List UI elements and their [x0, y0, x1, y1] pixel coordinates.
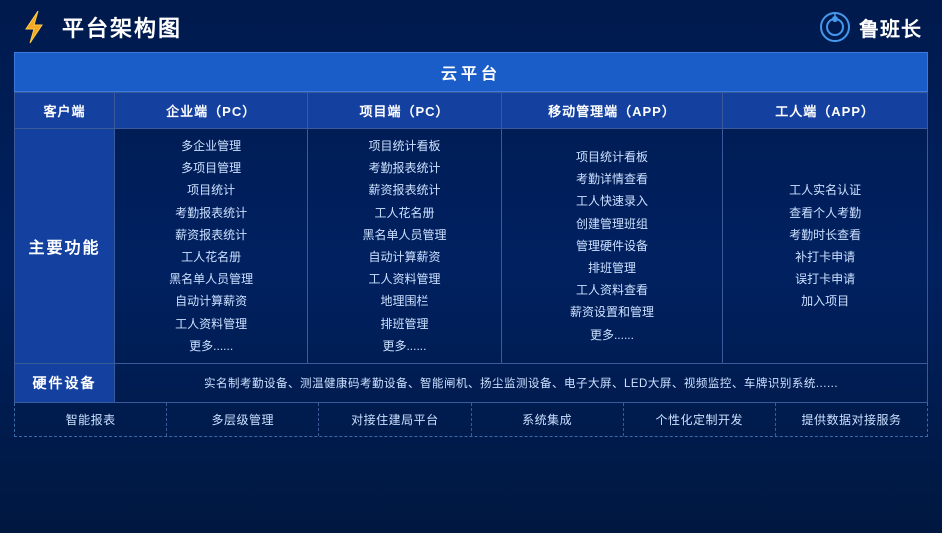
enterprise-features-list: 多企业管理 多项目管理 项目统计 考勤报表统计 薪资报表统计 工人花名册 黑名单…: [123, 135, 299, 357]
list-item: 更多......: [510, 324, 715, 346]
list-item: 薪资设置和管理: [510, 301, 715, 323]
list-item: 自动计算薪资: [123, 290, 299, 312]
list-item: 项目统计看板: [510, 146, 715, 168]
list-item: 工人实名认证: [731, 179, 919, 201]
list-item: 考勤报表统计: [123, 202, 299, 224]
col-project: 项目端（PC）: [308, 93, 501, 129]
enterprise-features: 多企业管理 多项目管理 项目统计 考勤报表统计 薪资报表统计 工人花名册 黑名单…: [115, 129, 308, 364]
bottom-feature-smart-report: 智能报表: [15, 403, 167, 436]
col-client: 客户端: [15, 93, 115, 129]
list-item: 考勤时长查看: [731, 224, 919, 246]
list-item: 创建管理班组: [510, 213, 715, 235]
list-item: 黑名单人员管理: [123, 268, 299, 290]
list-item: 考勤详情查看: [510, 168, 715, 190]
bottom-feature-multi-level: 多层级管理: [167, 403, 319, 436]
column-header-row: 客户端 企业端（PC） 项目端（PC） 移动管理端（APP） 工人端（APP）: [15, 93, 928, 129]
cloud-platform-bar: 云平台: [14, 52, 928, 92]
bottom-feature-custom-dev: 个性化定制开发: [624, 403, 776, 436]
col-enterprise: 企业端（PC）: [115, 93, 308, 129]
list-item: 更多......: [123, 335, 299, 357]
brand-name: 鲁班长: [859, 13, 922, 42]
list-item: 加入项目: [731, 290, 919, 312]
main-function-row: 主要功能 多企业管理 多项目管理 项目统计 考勤报表统计 薪资报表统计 工人花名…: [15, 129, 928, 364]
page-title: 平台架构图: [62, 11, 182, 43]
worker-features: 工人实名认证 查看个人考勤 考勤时长查看 补打卡申请 误打卡申请 加入项目: [723, 129, 928, 364]
list-item: 多企业管理: [123, 135, 299, 157]
hardware-row: 硬件设备 实名制考勤设备、测温健康码考勤设备、智能闸机、扬尘监测设备、电子大屏、…: [15, 363, 928, 402]
bottom-feature-data-service: 提供数据对接服务: [776, 403, 927, 436]
list-item: 薪资报表统计: [316, 179, 492, 201]
list-item: 多项目管理: [123, 157, 299, 179]
list-item: 项目统计看板: [316, 135, 492, 157]
project-features-list: 项目统计看板 考勤报表统计 薪资报表统计 工人花名册 黑名单人员管理 自动计算薪…: [316, 135, 492, 357]
platform-table: 客户端 企业端（PC） 项目端（PC） 移动管理端（APP） 工人端（APP） …: [14, 92, 928, 403]
brand-logo: 鲁班长: [819, 11, 922, 43]
bottom-feature-housing-bureau: 对接住建局平台: [319, 403, 471, 436]
list-item: 考勤报表统计: [316, 157, 492, 179]
list-item: 排班管理: [316, 313, 492, 335]
list-item: 管理硬件设备: [510, 235, 715, 257]
list-item: 薪资报表统计: [123, 224, 299, 246]
list-item: 查看个人考勤: [731, 202, 919, 224]
hardware-label: 硬件设备: [15, 363, 115, 402]
list-item: 工人花名册: [316, 202, 492, 224]
project-features: 项目统计看板 考勤报表统计 薪资报表统计 工人花名册 黑名单人员管理 自动计算薪…: [308, 129, 501, 364]
list-item: 工人快速录入: [510, 190, 715, 212]
list-item: 排班管理: [510, 257, 715, 279]
list-item: 自动计算薪资: [316, 246, 492, 268]
list-item: 工人花名册: [123, 246, 299, 268]
list-item: 工人资料查看: [510, 279, 715, 301]
header: 平台架构图 鲁班长: [0, 0, 942, 52]
main-area: 云平台 客户端 企业端（PC） 项目端（PC） 移动管理端（APP） 工人端（A…: [0, 52, 942, 437]
hardware-content: 实名制考勤设备、测温健康码考勤设备、智能闸机、扬尘监测设备、电子大屏、LED大屏…: [115, 363, 928, 402]
main-function-label: 主要功能: [15, 129, 115, 364]
col-worker: 工人端（APP）: [723, 93, 928, 129]
header-left: 平台架构图: [16, 9, 182, 45]
mobile-features-list: 项目统计看板 考勤详情查看 工人快速录入 创建管理班组 管理硬件设备 排班管理 …: [510, 146, 715, 346]
bottom-feature-system-integration: 系统集成: [472, 403, 624, 436]
list-item: 工人资料管理: [316, 268, 492, 290]
col-mobile: 移动管理端（APP）: [501, 93, 723, 129]
bottom-features-row: 智能报表 多层级管理 对接住建局平台 系统集成 个性化定制开发 提供数据对接服务: [14, 403, 928, 437]
list-item: 误打卡申请: [731, 268, 919, 290]
list-item: 地理围栏: [316, 290, 492, 312]
mobile-features: 项目统计看板 考勤详情查看 工人快速录入 创建管理班组 管理硬件设备 排班管理 …: [501, 129, 723, 364]
worker-features-list: 工人实名认证 查看个人考勤 考勤时长查看 补打卡申请 误打卡申请 加入项目: [731, 179, 919, 312]
list-item: 更多......: [316, 335, 492, 357]
list-item: 黑名单人员管理: [316, 224, 492, 246]
list-item: 项目统计: [123, 179, 299, 201]
list-item: 补打卡申请: [731, 246, 919, 268]
list-item: 工人资料管理: [123, 313, 299, 335]
logo-icon: [16, 9, 52, 45]
brand-icon: [819, 11, 851, 43]
